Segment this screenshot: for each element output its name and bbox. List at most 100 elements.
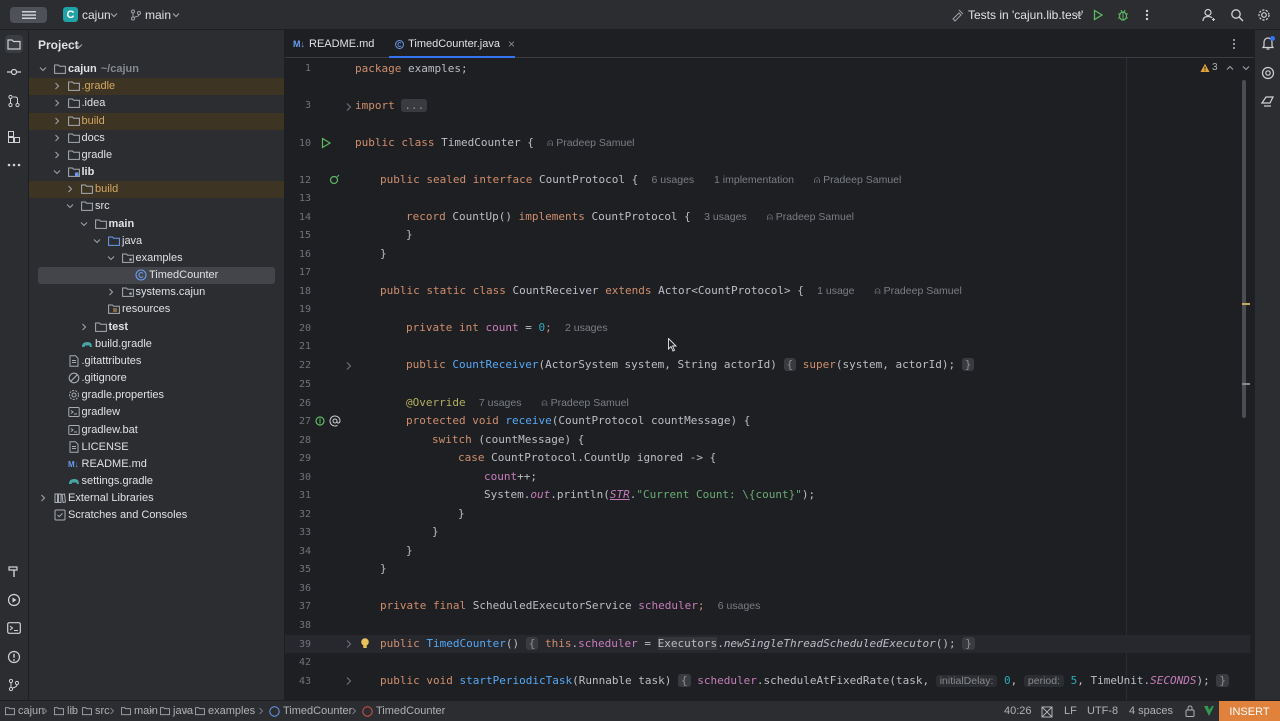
chevron-down-icon[interactable] [66, 202, 74, 210]
git-icon[interactable] [5, 676, 23, 694]
breadcrumb-item[interactable]: TimedCounter [283, 705, 352, 717]
tree-item[interactable]: Scratches and Consoles [29, 507, 284, 524]
chevron-right-icon[interactable] [80, 323, 88, 331]
breadcrumb-item[interactable]: src [95, 705, 110, 717]
build-hammer-icon[interactable] [5, 562, 23, 580]
folded-region[interactable]: ... [401, 99, 428, 112]
code-editor[interactable]: 3 1 package examples; 3 import ... 10 pu… [285, 58, 1254, 700]
chevron-down-icon[interactable] [80, 220, 88, 228]
tree-item[interactable]: lib [29, 164, 284, 181]
chevron-down-icon[interactable] [53, 168, 61, 176]
usages-hint[interactable]: 3 usages [704, 211, 747, 223]
author-hint[interactable]: ⍝ Pradeep Samuel [541, 397, 628, 409]
breadcrumb-item[interactable]: examples [208, 705, 255, 717]
debug-icon[interactable] [1115, 7, 1131, 23]
fold-chevron-icon[interactable] [343, 638, 355, 650]
author-hint[interactable]: ⍝ Pradeep Samuel [814, 174, 901, 186]
chevron-down-icon[interactable] [39, 65, 47, 73]
chevron-down-icon[interactable] [93, 237, 101, 245]
tree-item[interactable]: java [29, 233, 284, 250]
notifications-icon[interactable] [1260, 35, 1276, 51]
folded-region[interactable]: { [525, 637, 539, 650]
folded-region[interactable]: { [678, 674, 691, 687]
warnings-indicator[interactable]: 3 [1200, 62, 1250, 73]
usages-hint[interactable]: 2 usages [565, 322, 608, 334]
file-encoding[interactable]: UTF-8 [1087, 705, 1118, 717]
folded-region[interactable]: { [783, 358, 797, 371]
author-hint[interactable]: ⍝ Pradeep Samuel [767, 211, 854, 223]
project-tool-icon[interactable] [5, 35, 23, 53]
main-menu-button[interactable] [10, 7, 47, 23]
lock-icon[interactable] [1185, 705, 1195, 717]
tree-item[interactable]: settings.gradle [29, 473, 284, 490]
folded-region[interactable]: } [961, 358, 975, 371]
tree-item[interactable]: External Libraries [29, 490, 284, 507]
chevron-down-icon[interactable] [107, 254, 115, 262]
chevron-right-icon[interactable] [53, 117, 61, 125]
tree-item[interactable]: test [29, 319, 284, 336]
usages-hint[interactable]: 7 usages [479, 397, 522, 409]
terminal-icon[interactable] [5, 619, 23, 637]
project-panel-title[interactable]: Project [38, 38, 79, 52]
chevron-down-icon[interactable] [75, 42, 83, 50]
folded-region[interactable]: } [962, 637, 975, 650]
tree-item[interactable]: build [29, 181, 284, 199]
chevron-right-icon[interactable] [53, 99, 61, 107]
tree-item[interactable]: .gradle [29, 78, 284, 96]
usages-hint[interactable]: 6 usages [718, 600, 761, 612]
chevron-down-icon[interactable] [106, 7, 122, 23]
tab-options-icon[interactable] [1232, 38, 1236, 50]
fold-chevron-icon[interactable] [343, 101, 355, 113]
tree-item[interactable]: resources [29, 301, 284, 318]
vertical-scrollbar[interactable] [1242, 80, 1246, 418]
author-hint[interactable]: ⍝ Pradeep Samuel [874, 285, 961, 297]
commit-icon[interactable] [5, 63, 23, 81]
tree-item[interactable]: docs [29, 130, 284, 147]
chevron-right-icon[interactable] [66, 185, 74, 193]
pull-requests-icon[interactable] [5, 92, 23, 110]
tab-timedcounter[interactable]: TimedCounter.java × [389, 30, 515, 58]
tree-item[interactable]: M↓ README.md [29, 456, 284, 473]
breadcrumb-item[interactable]: TimedCounter [376, 705, 445, 717]
search-icon[interactable] [1229, 7, 1245, 23]
breadcrumb-item[interactable]: main [134, 705, 158, 717]
more-tools-icon[interactable] [5, 156, 23, 174]
folded-region[interactable]: } [1216, 674, 1229, 687]
chevron-up-icon[interactable] [1226, 64, 1234, 72]
chevron-down-icon[interactable] [1071, 7, 1087, 23]
tree-item[interactable]: build.gradle [29, 336, 284, 353]
copilot-icon[interactable] [1260, 93, 1276, 109]
tree-item[interactable]: .gitattributes [29, 353, 284, 370]
chevron-right-icon[interactable] [53, 151, 61, 159]
structure-icon[interactable] [5, 128, 23, 146]
breadcrumb-item[interactable]: cajun [18, 705, 44, 717]
fold-chevron-icon[interactable] [343, 360, 355, 372]
chevron-down-icon[interactable] [168, 7, 184, 23]
author-hint[interactable]: ⍝ Pradeep Samuel [547, 137, 634, 149]
override-gutter-icon[interactable] [314, 415, 326, 427]
run-configuration[interactable]: Tests in 'cajun.lib.test' [968, 8, 1083, 22]
chevron-right-icon[interactable] [39, 494, 47, 502]
tree-item[interactable]: cajun ~/cajun [29, 61, 284, 78]
tree-item[interactable]: examples [29, 250, 284, 267]
fold-chevron-icon[interactable] [343, 675, 355, 687]
tree-item[interactable]: .gitignore [29, 370, 284, 387]
tree-item[interactable]: main [29, 216, 284, 233]
vim-mode-badge[interactable]: INSERT [1219, 701, 1280, 721]
project-badge[interactable]: C [63, 7, 78, 22]
close-tab-icon[interactable]: × [508, 37, 515, 51]
settings-icon[interactable] [1256, 7, 1272, 23]
more-icon[interactable] [1139, 7, 1155, 23]
chevron-right-icon[interactable] [53, 82, 61, 90]
lightbulb-icon[interactable] [359, 637, 371, 649]
tree-item[interactable]: systems.cajun [29, 284, 284, 301]
usages-hint[interactable]: 6 usages [652, 174, 695, 186]
problems-icon[interactable] [5, 648, 23, 666]
chevron-down-icon[interactable] [1242, 64, 1250, 72]
vim-icon[interactable] [1203, 705, 1215, 717]
account-icon[interactable] [1201, 7, 1217, 23]
implementations-gutter-icon[interactable] [328, 174, 340, 186]
ai-assistant-icon[interactable] [1260, 65, 1276, 81]
tab-readme[interactable]: M↓ README.md [293, 30, 385, 58]
run-gutter-icon[interactable] [320, 137, 332, 149]
